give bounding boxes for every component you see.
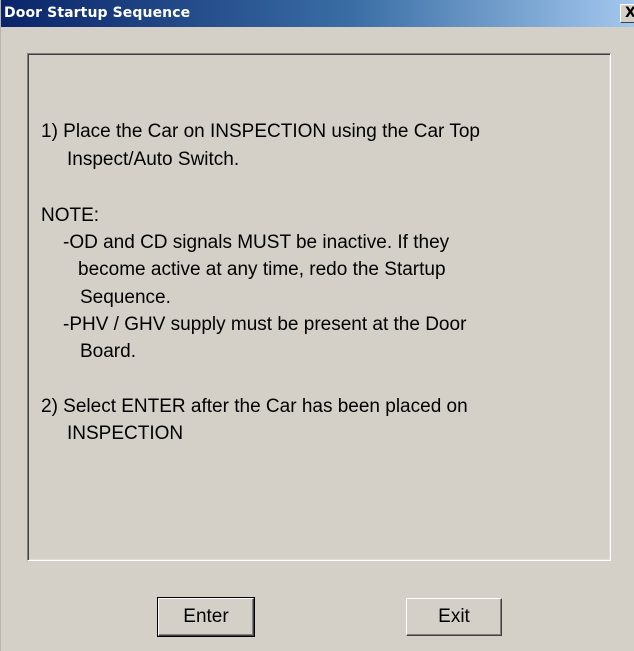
note-1-line-2: become active at any time, redo the Star… [78, 259, 446, 280]
note-2-line-2: Board. [80, 341, 136, 362]
close-button[interactable]: X [620, 4, 634, 23]
exit-button[interactable]: Exit [406, 598, 502, 636]
note-heading: NOTE: [41, 205, 100, 226]
step-2-line-2: INSPECTION [67, 423, 184, 444]
enter-button[interactable]: Enter [157, 597, 255, 637]
window-title: Door Startup Sequence [4, 5, 191, 21]
note-2-line-1: -PHV / GHV supply must be present at the… [63, 314, 467, 335]
step-1-line-1: 1) Place the Car on INSPECTION using the… [41, 121, 480, 142]
dialog-window: Door Startup Sequence X 1) Place the Car… [0, 0, 634, 651]
step-1-line-2: Inspect/Auto Switch. [67, 149, 240, 170]
title-bar[interactable]: Door Startup Sequence X [1, 0, 634, 27]
note-1-line-3: Sequence. [80, 287, 171, 308]
note-1-line-1: -OD and CD signals MUST be inactive. If … [63, 232, 450, 253]
step-2-line-1: 2) Select ENTER after the Car has been p… [41, 396, 468, 417]
